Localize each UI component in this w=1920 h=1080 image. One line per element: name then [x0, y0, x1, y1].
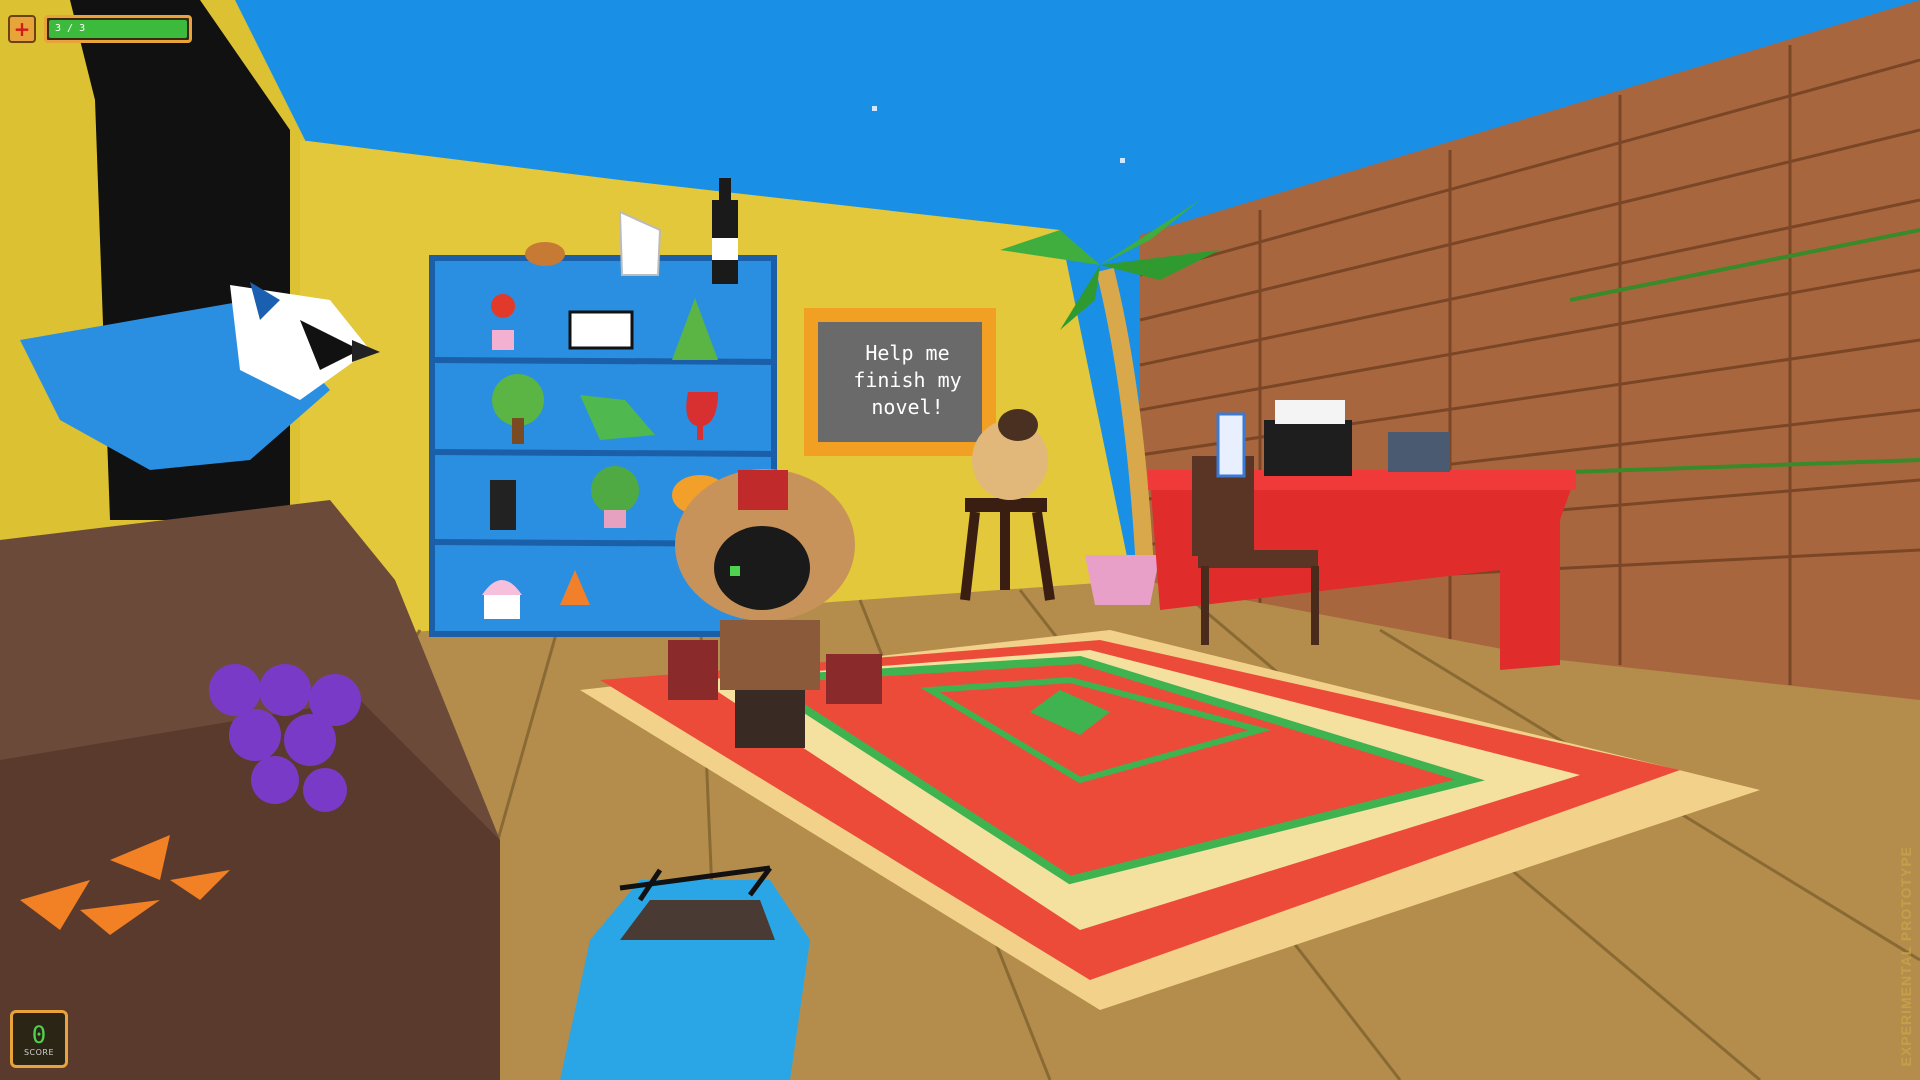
plant-pot — [1085, 555, 1160, 605]
camera — [1388, 432, 1450, 472]
stool-seat — [965, 498, 1047, 512]
squirrel-toy — [490, 480, 516, 530]
cupcake-base — [484, 595, 520, 619]
robot-arm-right — [826, 654, 882, 704]
robot-arm-left — [668, 640, 718, 700]
health-cross-icon: + — [8, 15, 36, 43]
flower-pot — [492, 330, 514, 350]
score-hud: 0 SCORE — [10, 1010, 68, 1068]
health-hud: + 3 / 3 — [8, 14, 192, 44]
bonsai-pot — [604, 510, 626, 528]
wine-bottle-neck — [719, 178, 731, 204]
bonsai-toy — [591, 466, 639, 514]
sign-text: Help me finish my novel! — [853, 341, 962, 419]
burger-toy — [525, 242, 565, 266]
water-bottle — [1216, 412, 1246, 478]
star — [1120, 158, 1125, 163]
flower-toy — [491, 294, 515, 318]
wine-bottle-label — [712, 238, 738, 260]
health-bar: 3 / 3 — [44, 15, 192, 43]
typewriter-paper — [1275, 400, 1345, 424]
robot-eyes — [730, 566, 740, 576]
tree-trunk — [512, 418, 524, 444]
robot-helmet-stripe — [738, 470, 788, 510]
robot-leg — [735, 690, 805, 748]
typewriter — [1264, 420, 1352, 476]
pug-face — [998, 409, 1038, 441]
score-value: 0 — [31, 1020, 47, 1049]
score-label: SCORE — [23, 1047, 55, 1057]
game-scene — [0, 0, 1920, 1080]
desk-chair-seat — [1198, 550, 1318, 568]
star — [872, 106, 877, 111]
experimental-prototype-watermark: EXPERIMENTAL PROTOTYPE — [1898, 845, 1914, 1066]
cow-toy — [568, 310, 634, 350]
robot-visor — [714, 526, 810, 610]
health-text: 3 / 3 — [55, 23, 86, 34]
robot-body — [720, 620, 820, 690]
